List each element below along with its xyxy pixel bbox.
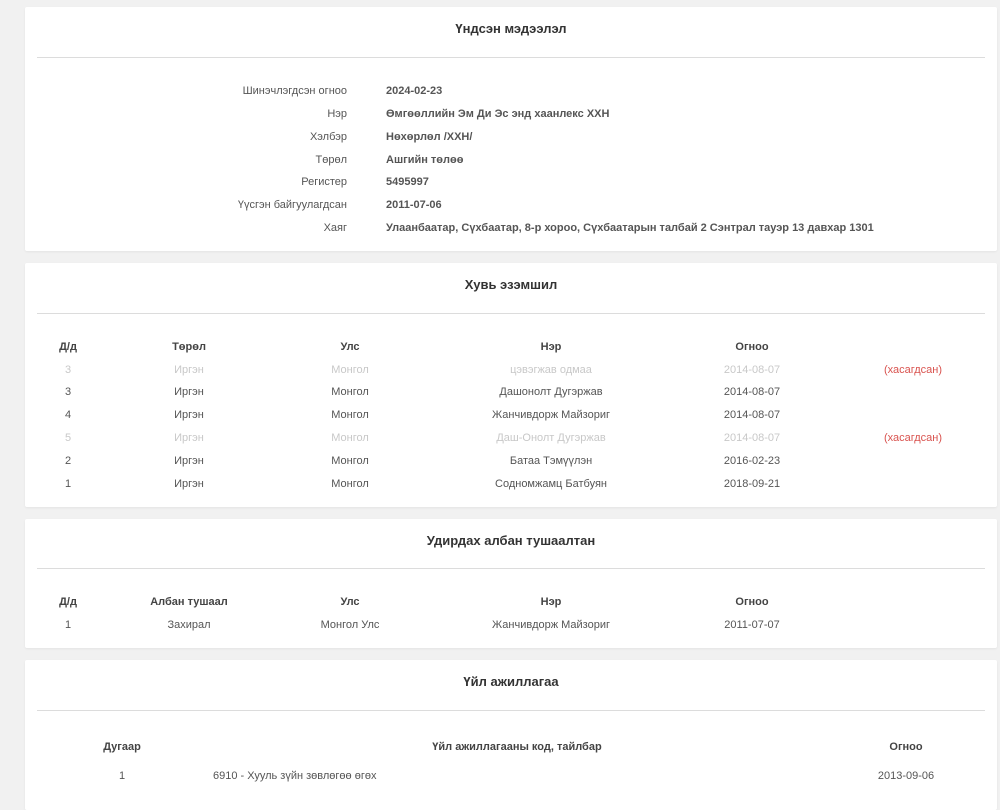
col-header-date: Огноо [889,741,923,753]
row-no: 1 [64,478,72,490]
col-header-no: Д/д [59,596,77,608]
ownership-card: Хувь эзэмшил Д/д Төрөл Улс Нэр Огноо 3 И… [25,263,997,507]
col-header-date: Огноо [735,596,769,608]
row-type: Иргэн [174,432,204,444]
row-no: 3 [64,364,72,376]
col-header-activity: Үйл ажиллагааны код, тайлбар [432,741,602,753]
row-date: 2013-09-06 [877,770,935,782]
row-deleted-badge: (хасагдсан) [883,432,943,444]
col-header-country: Улс [340,341,360,353]
col-header-country: Улс [340,596,360,608]
row-date: 2011-07-07 [724,619,780,631]
row-name: Батаа Тэмүүлэн [509,455,593,467]
col-header-position: Албан тушаал [150,596,228,608]
col-header-type: Төрөл [172,341,206,353]
row-name: Жанчивдорж Майзориг [492,619,610,631]
row-no: 4 [64,409,72,421]
row-country: Монгол [331,478,369,490]
info-value-updated: 2024-02-23 [386,85,443,97]
row-date: 2014-08-07 [723,432,781,444]
col-header-number: Дугаар [103,741,141,753]
row-type: Иргэн [174,364,204,376]
info-label-register: Регистер [301,176,347,188]
row-country: Монгол [331,386,369,398]
basic-info-title: Үндсэн мэдээлэл [455,21,567,36]
row-name: Жанчивдорж Майзориг [492,409,610,421]
row-country: Монгол [331,455,369,467]
col-header-name: Нэр [540,596,562,608]
col-header-date: Огноо [735,341,769,353]
row-deleted-badge: (хасагдсан) [883,364,943,376]
info-value-address: Улаанбаатар, Сүхбаатар, 8-р хороо, Сүхба… [386,222,874,234]
activities-title: Үйл ажиллагаа [463,674,559,689]
officials-card: Удирдах албан тушаалтан Д/д Албан тушаал… [25,519,997,648]
row-date: 2014-08-07 [723,364,781,376]
row-type: Иргэн [174,386,204,398]
row-name: цэвэгжав одмаа [510,364,592,376]
row-name: Содномжамц Батбуян [495,478,607,490]
row-date: 2014-08-07 [723,409,781,421]
row-number: 1 [118,770,126,782]
info-value-register: 5495997 [386,176,429,188]
row-country: Монгол [331,432,369,444]
row-type: Иргэн [174,455,204,467]
basic-info-card: Үндсэн мэдээлэл Шинэчлэгдсэн огноо 2024-… [25,7,997,251]
info-label-name: Нэр [327,108,347,120]
officials-title: Удирдах албан тушаалтан [426,533,596,548]
row-name: Дашонолт Дугэржав [499,386,603,398]
officials-divider [37,568,985,569]
row-country: Монгол [331,409,369,421]
info-value-form: Нөхөрлөл /ХХН/ [386,131,473,143]
row-no: 1 [64,619,72,631]
row-country: Монгол [331,364,369,376]
row-date: 2018-09-21 [723,478,781,490]
col-header-name: Нэр [540,341,562,353]
info-label-type: Төрөл [315,154,348,166]
ownership-title: Хувь эзэмшил [464,277,558,292]
info-label-form: Хэлбэр [309,131,347,143]
ownership-divider [37,313,985,314]
info-value-type: Ашгийн төлөө [386,154,464,166]
info-label-founded: Үүсгэн байгуулагдсан [237,199,347,211]
row-activity-desc: 6910 - Хууль зүйн зөвлөгөө өгөх [213,770,377,782]
row-position: Захирал [167,619,211,631]
row-date: 2016-02-23 [723,455,781,467]
row-country: Монгол Улс [320,619,380,631]
info-label-updated: Шинэчлэгдсэн огноо [242,85,347,97]
info-label-address: Хаяг [323,222,347,234]
row-no: 3 [64,386,72,398]
activities-card: Үйл ажиллагаа Дугаар Үйл ажиллагааны код… [25,660,997,810]
row-date: 2014-08-07 [723,386,781,398]
info-value-founded: 2011-07-06 [386,199,442,211]
row-type: Иргэн [174,409,204,421]
col-header-no: Д/д [59,341,77,353]
activities-divider [37,710,985,711]
row-no: 2 [64,455,72,467]
basic-info-divider [37,57,985,58]
info-value-name: Өмгөөллийн Эм Ди Эс энд хаанлекс ХХН [386,108,610,120]
row-type: Иргэн [174,478,204,490]
row-name: Даш-Онолт Дугэржав [496,432,606,444]
row-no: 5 [64,432,72,444]
